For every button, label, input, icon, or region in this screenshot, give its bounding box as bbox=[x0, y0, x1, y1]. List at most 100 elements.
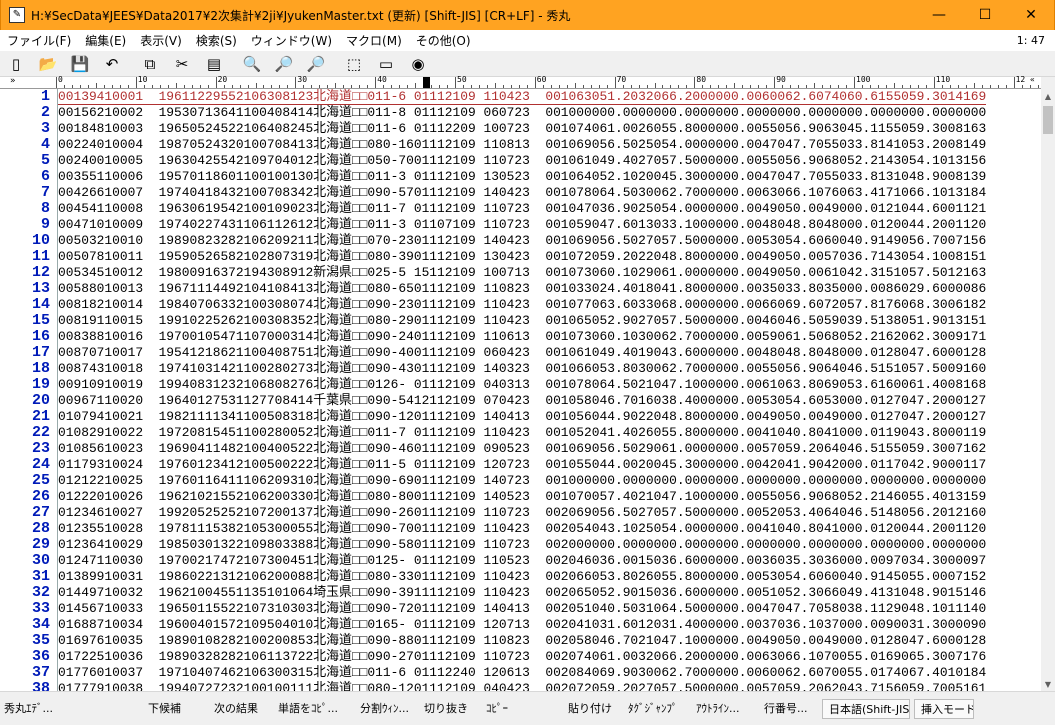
text-line[interactable]: 00819110015 19910225262100308352北海道□□080… bbox=[58, 313, 986, 329]
line-number[interactable]: 33 bbox=[0, 601, 50, 617]
text-line[interactable]: 00240010005 19630425542109704012北海道□□050… bbox=[58, 153, 986, 169]
line-number[interactable]: 38 bbox=[0, 681, 50, 692]
text-line[interactable]: 00184810003 19650524522106408245北海道□□011… bbox=[58, 121, 986, 137]
line-number[interactable]: 25 bbox=[0, 473, 50, 489]
line-number[interactable]: 12 bbox=[0, 265, 50, 281]
text-line[interactable]: 01688710034 19600401572109504010北海道□□016… bbox=[58, 617, 986, 633]
tag-jump-button[interactable]: ﾀｸﾞｼﾞｬﾝﾌﾟ bbox=[624, 699, 692, 719]
text-line[interactable]: 01082910022 19720815451100280052北海道□□011… bbox=[58, 425, 986, 441]
vertical-scrollbar[interactable]: ▲ ▼ bbox=[1041, 89, 1055, 691]
line-number[interactable]: 1 bbox=[0, 89, 50, 105]
find-next-icon[interactable]: 🔎 bbox=[268, 53, 300, 75]
text-line[interactable]: 00426610007 19740418432100708342北海道□□090… bbox=[58, 185, 986, 201]
text-line[interactable]: 00454110008 19630619542100109023北海道□□011… bbox=[58, 201, 986, 217]
encoding-indicator[interactable]: 日本語(Shift-JIS) bbox=[822, 698, 910, 719]
text-line[interactable]: 01212210025 19760116411106209310北海道□□090… bbox=[58, 473, 986, 489]
line-number[interactable]: 9 bbox=[0, 217, 50, 233]
menu-search[interactable]: 検索(S) bbox=[189, 32, 244, 49]
prev-candidate-button[interactable]: 下候補 bbox=[144, 699, 210, 719]
scroll-down-icon[interactable]: ▼ bbox=[1041, 677, 1055, 691]
text-line[interactable]: 01777910038 19940727232100100111北海道□□080… bbox=[58, 681, 986, 691]
line-number[interactable]: 31 bbox=[0, 569, 50, 585]
menu-edit[interactable]: 編集(E) bbox=[78, 32, 133, 49]
insert-mode-indicator[interactable]: 挿入モード bbox=[914, 698, 974, 719]
text-line[interactable]: 01079410021 19821111341100508318北海道□□090… bbox=[58, 409, 986, 425]
menu-other[interactable]: その他(O) bbox=[409, 32, 478, 49]
line-number[interactable]: 8 bbox=[0, 201, 50, 217]
line-number[interactable]: 19 bbox=[0, 377, 50, 393]
maximize-button[interactable]: ☐ bbox=[962, 0, 1008, 30]
tag-jump-icon[interactable]: ⬚ bbox=[338, 53, 370, 75]
find-prev-icon[interactable]: 🔎 bbox=[300, 53, 332, 75]
line-number[interactable]: 4 bbox=[0, 137, 50, 153]
menu-view[interactable]: 表示(V) bbox=[133, 32, 189, 49]
text-line[interactable]: 01085610023 19690411482100400522北海道□□090… bbox=[58, 441, 986, 457]
scroll-up-icon[interactable]: ▲ bbox=[1041, 89, 1055, 103]
text-line[interactable]: 00588010013 19671114492104108413北海道□□080… bbox=[58, 281, 986, 297]
text-line[interactable]: 01776010037 19710407462106300315北海道□□011… bbox=[58, 665, 986, 681]
scroll-thumb[interactable] bbox=[1043, 106, 1053, 134]
line-number[interactable]: 5 bbox=[0, 153, 50, 169]
line-number[interactable]: 18 bbox=[0, 361, 50, 377]
current-line[interactable]: 00139410001 19611229552106308123北海道□□011… bbox=[58, 89, 987, 105]
line-number[interactable]: 15 bbox=[0, 313, 50, 329]
line-number[interactable]: 10 bbox=[0, 233, 50, 249]
outline-button[interactable]: ｱｳﾄﾗｲﾝ... bbox=[692, 699, 760, 719]
text-line[interactable]: 01697610035 19890108282100200853北海道□□090… bbox=[58, 633, 986, 649]
line-number-gutter[interactable]: 1 2 3 4 5 6 7 8 9 10 11 12 13 14 15 16 17 18 19 20 21 22 23 24 2… bbox=[0, 89, 52, 691]
line-number[interactable]: 35 bbox=[0, 633, 50, 649]
text-line[interactable]: 00224010004 19870524320100708413北海道□□080… bbox=[58, 137, 986, 153]
text-line[interactable]: 00874310018 19741031421100280273北海道□□090… bbox=[58, 361, 986, 377]
line-number[interactable]: 14 bbox=[0, 297, 50, 313]
text-line[interactable]: 00471010009 19740227431106112612北海道□□011… bbox=[58, 217, 986, 233]
line-number[interactable]: 29 bbox=[0, 537, 50, 553]
line-number[interactable]: 37 bbox=[0, 665, 50, 681]
text-line[interactable]: 00355110006 19570118601100100130北海道□□011… bbox=[58, 169, 986, 185]
text-line[interactable]: 00503210010 19890823282106209211北海道□□070… bbox=[58, 233, 986, 249]
text-line[interactable]: 01389910031 19860221312106200088北海道□□080… bbox=[58, 569, 986, 585]
line-number-button[interactable]: 行番号... bbox=[760, 699, 822, 719]
text-line[interactable]: 01456710033 19650115522107310303北海道□□090… bbox=[58, 601, 986, 617]
hidemaru-editor-button[interactable]: 秀丸ｴﾃﾞ... bbox=[0, 699, 100, 719]
cut-icon[interactable]: ✂ bbox=[166, 53, 198, 75]
copy-word-button[interactable]: 単語をｺﾋﾟ... bbox=[274, 699, 356, 719]
line-number[interactable]: 32 bbox=[0, 585, 50, 601]
split-window-button[interactable]: 分割ｳｨﾝ... bbox=[356, 699, 420, 719]
text-line[interactable]: 01234610027 19920525252107200137北海道□□090… bbox=[58, 505, 986, 521]
text-line[interactable]: 00910910019 19940831232106808276北海道□□012… bbox=[58, 377, 986, 393]
search-icon[interactable]: 🔍 bbox=[236, 53, 268, 75]
line-number[interactable]: 30 bbox=[0, 553, 50, 569]
text-area[interactable]: 00139410001 19611229552106308123北海道□□011… bbox=[57, 89, 1041, 691]
paste-button[interactable]: 貼り付け bbox=[564, 699, 624, 719]
paste-icon[interactable]: ▤ bbox=[198, 53, 230, 75]
text-line[interactable]: 00156210002 19530713641100408414北海道□□011… bbox=[58, 105, 986, 121]
ruler-corner[interactable]: » bbox=[0, 77, 56, 89]
line-number[interactable]: 34 bbox=[0, 617, 50, 633]
line-number[interactable]: 7 bbox=[0, 185, 50, 201]
text-line[interactable]: 01179310024 19760123412100500222北海道□□011… bbox=[58, 457, 986, 473]
line-number[interactable]: 23 bbox=[0, 441, 50, 457]
minimize-button[interactable]: — bbox=[916, 0, 962, 30]
line-number[interactable]: 20 bbox=[0, 393, 50, 409]
line-number[interactable]: 22 bbox=[0, 425, 50, 441]
line-number[interactable]: 36 bbox=[0, 649, 50, 665]
line-number[interactable]: 6 bbox=[0, 169, 50, 185]
text-line[interactable]: 01222010026 19621021552106200330北海道□□080… bbox=[58, 489, 986, 505]
line-number[interactable]: 28 bbox=[0, 521, 50, 537]
text-line[interactable]: 00870710017 19541218621100408751北海道□□090… bbox=[58, 345, 986, 361]
text-line[interactable]: 01247110030 19700217472107300451北海道□□012… bbox=[58, 553, 986, 569]
menu-file[interactable]: ファイル(F) bbox=[0, 32, 78, 49]
line-number[interactable]: 27 bbox=[0, 505, 50, 521]
text-line[interactable]: 01235510028 19781115382105300055北海道□□090… bbox=[58, 521, 986, 537]
text-line[interactable]: 00838810016 19700105471107000314北海道□□090… bbox=[58, 329, 986, 345]
copy-icon[interactable]: ⧉ bbox=[134, 53, 166, 75]
editor[interactable]: 1 2 3 4 5 6 7 8 9 10 11 12 13 14 15 16 17 18 19 20 21 22 23 24 2… bbox=[0, 89, 1041, 691]
undo-icon[interactable]: ↶ bbox=[96, 53, 128, 75]
save-icon[interactable]: 💾 bbox=[64, 53, 96, 75]
text-line[interactable]: 00507810011 19590526582102807319北海道□□080… bbox=[58, 249, 986, 265]
close-button[interactable]: ✕ bbox=[1008, 0, 1054, 30]
help-icon[interactable]: ◉ bbox=[402, 53, 434, 75]
new-file-icon[interactable]: ▯ bbox=[0, 53, 32, 75]
line-number[interactable]: 3 bbox=[0, 121, 50, 137]
window-split-icon[interactable]: ▭ bbox=[370, 53, 402, 75]
